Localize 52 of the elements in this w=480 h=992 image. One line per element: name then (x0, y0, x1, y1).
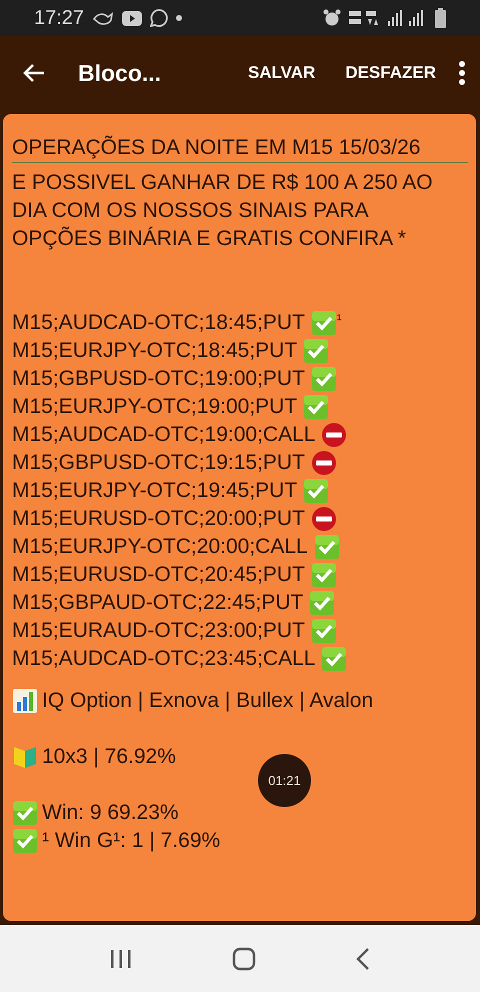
recents-icon[interactable] (110, 948, 132, 968)
note-text: E POSSIVEL GANHAR DE R$ 100 A 250 AO DIA COM OS NOSSOS SINAIS PARA OPÇÕES BINÁRIA E GRATIS CONFIRA * (12, 170, 434, 252)
alarm-icon (323, 9, 341, 27)
signal-text: M15;GBPUSD-OTC;19:00;PUT (12, 366, 305, 392)
signal-text: M15;EURJPY-OTC;18:45;PUT (12, 338, 298, 364)
signal-text: M15;EURJPY-OTC;19:45;PUT (12, 478, 298, 504)
check-mark-icon (310, 310, 337, 336)
check-mark-icon (303, 338, 330, 364)
check-mark-icon (310, 562, 337, 588)
check-mark-icon (12, 828, 38, 854)
action-button[interactable]: DESFAZER (343, 57, 438, 89)
check-mark-icon (12, 800, 38, 826)
note-title: OPERAÇÕES DA NOITE EM M15 15/03/26 (12, 134, 468, 163)
network-type-icon (349, 9, 379, 27)
stat-text: IQ Option | Exnova | Bullex | Avalon (42, 688, 374, 714)
no-entry-icon (321, 422, 348, 448)
status-time: 17:27 (34, 6, 84, 30)
video-play-icon (122, 10, 142, 26)
signal-text: M15;EURJPY-OTC;19:00;PUT (12, 394, 298, 420)
check-mark-icon (309, 590, 336, 616)
stat-text: ¹ Win G¹: 1 | 7.69% (42, 828, 220, 854)
chat-bubble-icon (150, 9, 168, 27)
signal-text: M15;EURUSD-OTC;20:45;PUT (12, 562, 305, 588)
back-arrow-icon[interactable] (22, 63, 46, 83)
signal-text: M15;AUDCAD-OTC;19:00;CALL (12, 422, 316, 448)
stat-text: Win: 9 69.23% (42, 800, 179, 826)
footnote-mark: ¹ (336, 310, 342, 329)
signal-text: M15;AUDCAD-OTC;23:45;CALL (12, 646, 316, 672)
check-mark-icon (314, 534, 340, 560)
home-icon[interactable] (232, 946, 256, 970)
check-mark-icon (310, 366, 337, 392)
bar-chart-icon (12, 688, 38, 714)
check-mark-icon (321, 646, 348, 672)
signal-text: M15;EURJPY-OTC;20:00;CALL (12, 534, 308, 560)
signal-text: M15;GBPAUD-OTC;22:45;PUT (12, 590, 304, 616)
signal-text: M15;AUDCAD-OTC;18:45;PUT (12, 310, 305, 336)
check-mark-icon (303, 478, 330, 504)
app-title: Bloco... (78, 60, 162, 86)
no-entry-icon (310, 506, 337, 532)
check-mark-icon (310, 618, 337, 644)
stat-text: 10x3 | 76.92% (42, 744, 176, 770)
signal-text: M15;GBPUSD-OTC;19:15;PUT (12, 450, 305, 476)
battery-icon (435, 8, 446, 28)
check-mark-icon (303, 394, 330, 420)
more-options-icon[interactable] (458, 61, 466, 85)
action-button[interactable]: SALVAR (246, 57, 318, 89)
signal-text: M15;EURUSD-OTC;20:00;PUT (12, 506, 305, 532)
back-icon[interactable] (356, 948, 370, 970)
dot-icon (176, 15, 182, 21)
signal-text: M15;EURAUD-OTC;23:00;PUT (12, 618, 305, 644)
no-entry-icon (310, 450, 337, 476)
timer-bubble[interactable]: 01:21 (258, 754, 311, 807)
